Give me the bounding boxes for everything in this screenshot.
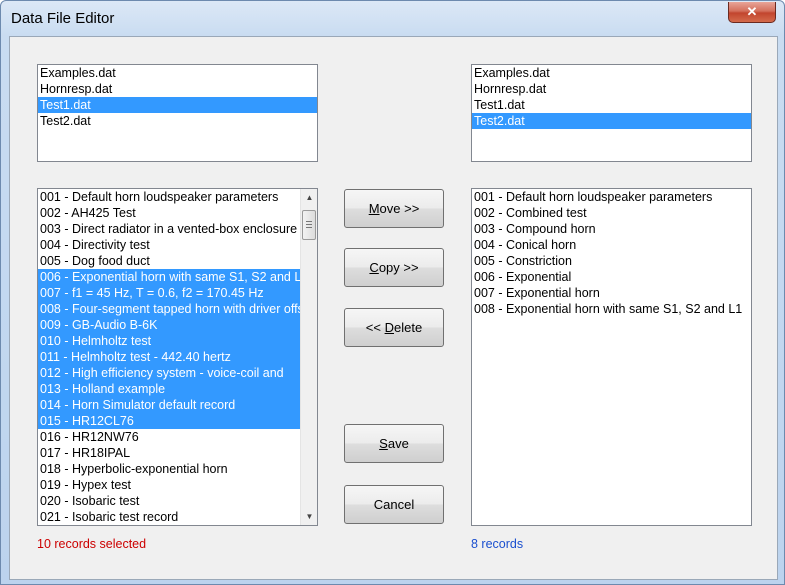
scroll-down-icon[interactable]: ▼ [301, 508, 317, 525]
record-list-item[interactable]: 008 - Four-segment tapped horn with driv… [38, 301, 301, 317]
file-list-item[interactable]: Test1.dat [472, 97, 751, 113]
window-title: Data File Editor [11, 10, 115, 27]
record-list-item[interactable]: 007 - Exponential horn [472, 285, 751, 301]
record-list-item[interactable]: 004 - Directivity test [38, 237, 301, 253]
record-list-item[interactable]: 001 - Default horn loudspeaker parameter… [472, 189, 751, 205]
save-mnemonic: S [379, 436, 388, 451]
left-file-list[interactable]: Examples.dat Hornresp.dat Test1.dat Test2.d… [37, 64, 318, 162]
record-list-item[interactable]: 006 - Exponential [472, 269, 751, 285]
record-list-item[interactable]: 010 - Helmholtz test [38, 333, 301, 349]
left-status-text: 10 records selected [37, 537, 147, 551]
file-list-item[interactable]: Test2.dat [472, 113, 751, 129]
save-button[interactable]: Save [344, 424, 444, 463]
title-bar[interactable]: Data File Editor ✕ [1, 1, 784, 36]
record-list-item[interactable]: 021 - Isobaric test record [38, 509, 301, 525]
record-list-item[interactable]: 001 - Default horn loudspeaker parameter… [38, 189, 301, 205]
record-list-item[interactable]: 019 - Hypex test [38, 477, 301, 493]
move-label: ove >> [379, 201, 420, 216]
file-list-item[interactable]: Examples.dat [472, 65, 751, 81]
record-list-item[interactable]: 005 - Constriction [472, 253, 751, 269]
record-list-item[interactable]: 011 - Helmholtz test - 442.40 hertz [38, 349, 301, 365]
copy-button[interactable]: Copy >> [344, 248, 444, 287]
right-record-list[interactable]: 001 - Default horn loudspeaker parameter… [471, 188, 752, 526]
save-label: ave [387, 436, 409, 451]
record-list-item[interactable]: 002 - AH425 Test [38, 205, 301, 221]
record-list-item[interactable]: 003 - Compound horn [472, 221, 751, 237]
record-list-item[interactable]: 006 - Exponential horn with same S1, S2 … [38, 269, 301, 285]
data-file-editor-window: Data File Editor ✕ Examples.dat Hornresp.… [0, 0, 785, 585]
record-list-item[interactable]: 007 - f1 = 45 Hz, T = 0.6, f2 = 170.45 H… [38, 285, 301, 301]
right-file-list[interactable]: Examples.dat Hornresp.dat Test1.dat Test2.d… [471, 64, 752, 162]
move-button[interactable]: Move >> [344, 189, 444, 228]
file-list-item[interactable]: Test2.dat [38, 113, 317, 129]
dialog-client-area: Examples.dat Hornresp.dat Test1.dat Test2.d… [9, 36, 778, 580]
record-list-item[interactable]: 003 - Direct radiator in a vented-box en… [38, 221, 301, 237]
copy-mnemonic: C [369, 260, 379, 275]
record-list-item[interactable]: 008 - Exponential horn with same S1, S2 … [472, 301, 751, 317]
record-list-item[interactable]: 020 - Isobaric test [38, 493, 301, 509]
delete-mnemonic: D [384, 320, 394, 335]
left-record-scrollbar[interactable]: ▲ ▼ [300, 189, 317, 525]
record-list-item[interactable]: 002 - Combined test [472, 205, 751, 221]
record-list-item[interactable]: 012 - High efficiency system - voice-coi… [38, 365, 301, 381]
record-list-item[interactable]: 017 - HR18IPAL [38, 445, 301, 461]
scroll-thumb[interactable] [302, 210, 316, 240]
record-list-item[interactable]: 009 - GB-Audio B-6K [38, 317, 301, 333]
left-record-list[interactable]: 001 - Default horn loudspeaker parameter… [37, 188, 318, 526]
record-list-item[interactable]: 016 - HR12NW76 [38, 429, 301, 445]
file-list-item[interactable]: Test1.dat [38, 97, 317, 113]
record-list-item[interactable]: 005 - Dog food duct [38, 253, 301, 269]
cancel-button[interactable]: Cancel [344, 485, 444, 524]
close-icon: ✕ [746, 4, 758, 19]
file-list-item[interactable]: Hornresp.dat [38, 81, 317, 97]
file-list-item[interactable]: Hornresp.dat [472, 81, 751, 97]
delete-label: elete [393, 320, 423, 335]
record-list-item[interactable]: 013 - Holland example [38, 381, 301, 397]
delete-prefix: << [365, 320, 385, 335]
delete-button[interactable]: << Delete [344, 308, 444, 347]
copy-label: opy >> [378, 260, 419, 275]
record-list-item[interactable]: 014 - Horn Simulator default record [38, 397, 301, 413]
scroll-up-icon[interactable]: ▲ [301, 189, 317, 206]
right-status-text: 8 records [471, 537, 524, 551]
move-mnemonic: M [368, 201, 380, 216]
record-list-item[interactable]: 018 - Hyperbolic-exponential horn [38, 461, 301, 477]
close-button[interactable]: ✕ [728, 2, 776, 23]
record-list-item[interactable]: 004 - Conical horn [472, 237, 751, 253]
record-list-item[interactable]: 015 - HR12CL76 [38, 413, 301, 429]
file-list-item[interactable]: Examples.dat [38, 65, 317, 81]
cancel-label: Cancel [373, 497, 415, 512]
